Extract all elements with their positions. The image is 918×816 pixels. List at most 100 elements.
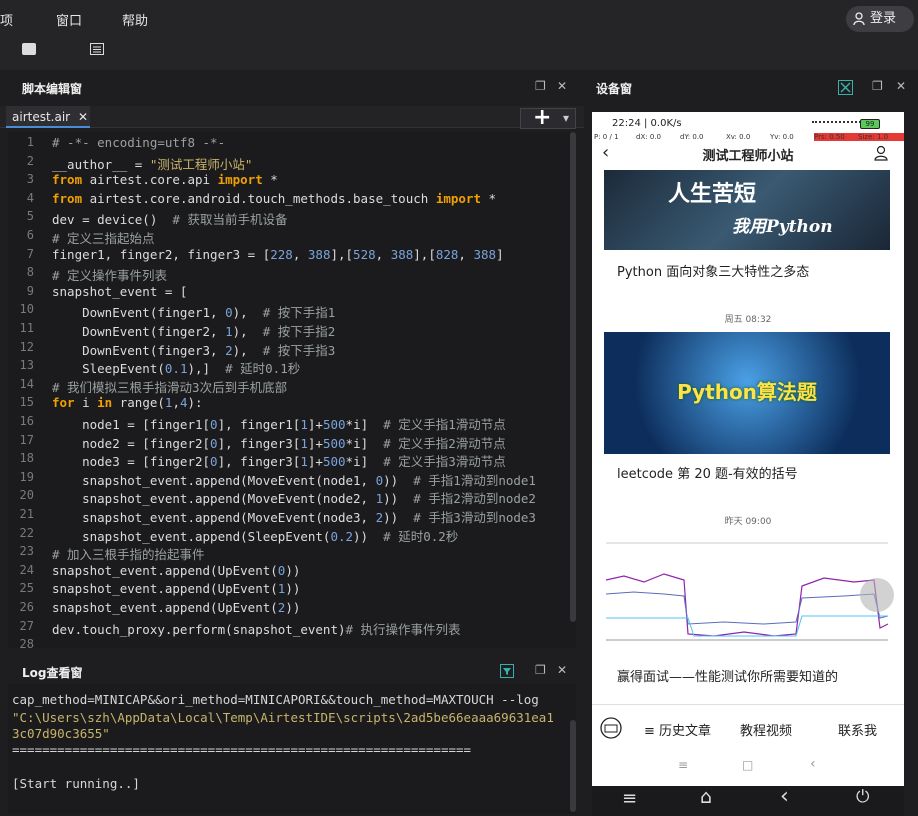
editor-restore-button[interactable]: ❐ <box>535 79 546 93</box>
tools-icon[interactable] <box>838 80 853 95</box>
log-line: "C:\Users\szh\AppData\Local\Temp\Airtest… <box>12 710 554 725</box>
plus-icon: + <box>533 105 552 130</box>
code-line[interactable]: node1 = [finger1[0], finger1[1]+500*i] #… <box>52 414 506 433</box>
line-number: 10 <box>19 302 34 317</box>
article-title[interactable]: Python 面向对象三大特性之多态 <box>617 261 809 280</box>
keyboard-icon[interactable] <box>600 717 622 739</box>
code-line[interactable]: node2 = [finger2[0], finger3[1]+500*i] #… <box>52 433 506 452</box>
pointer-info-bar: P: 0 / 1 dX: 0.0 dY: 0.0 Xv: 0.0 Yv: 0.0… <box>592 133 904 143</box>
menu-icon[interactable]: ≡ <box>622 788 637 809</box>
code-line[interactable]: snapshot_event.append(MoveEvent(node3, 2… <box>52 507 536 526</box>
dropdown-arrow-icon[interactable]: ▾ <box>563 111 569 125</box>
line-number: 27 <box>19 618 34 633</box>
line-number: 9 <box>26 283 34 298</box>
code-line[interactable]: snapshot_event.append(UpEvent(2)) <box>52 600 300 615</box>
code-line[interactable]: snapshot_event = [ <box>52 284 187 299</box>
code-line[interactable]: for i in range(1,4): <box>52 395 203 410</box>
log-output: cap_method=MINICAP&&ori_method=MINICAPOR… <box>8 684 576 814</box>
code-line[interactable]: # 定义操作事件列表 <box>52 265 167 284</box>
floating-circle-button[interactable] <box>860 578 894 612</box>
article-title[interactable]: leetcode 第 20 题-有效的括号 <box>617 463 798 482</box>
login-button[interactable]: 登录 <box>846 6 914 32</box>
code-line[interactable]: snapshot_event.append(SleepEvent(0.2)) #… <box>52 526 458 545</box>
editor-scrollbar[interactable] <box>570 132 576 622</box>
divider <box>592 704 904 705</box>
device-title: 设备窗 <box>596 82 633 96</box>
menu-item-help[interactable]: 帮助 <box>122 10 148 29</box>
log-list-icon[interactable] <box>90 43 104 55</box>
line-number: 14 <box>19 376 34 391</box>
device-restore-button[interactable]: ❐ <box>872 79 883 93</box>
log-scrollbar[interactable] <box>570 720 576 812</box>
code-line[interactable]: __author__ = "测试工程师小站" <box>52 154 252 173</box>
power-icon[interactable]: ⏻ <box>856 787 869 807</box>
code-line[interactable]: finger1, finger2, finger3 = [228, 388],[… <box>52 247 504 262</box>
android-home-icon[interactable]: □ <box>742 758 753 772</box>
code-line[interactable]: from airtest.core.api import * <box>52 172 278 187</box>
line-number: 24 <box>19 562 34 577</box>
device-nav-bar: ≡ ⌂ ‹ ⏻ <box>592 784 904 816</box>
log-title: Log查看窗 <box>22 666 83 680</box>
menu-tutorial-videos[interactable]: 教程视频 <box>740 720 792 739</box>
article-title[interactable]: 赢得面试——性能测试你所需要知道的 <box>617 666 838 685</box>
profile-icon[interactable] <box>874 145 888 161</box>
code-line[interactable]: snapshot_event.append(MoveEvent(node2, 1… <box>52 488 536 507</box>
log-close-button[interactable]: ✕ <box>557 663 567 677</box>
code-line[interactable]: # 加入三根手指的抬起事件 <box>52 544 205 563</box>
home-icon[interactable]: ⌂ <box>700 786 712 808</box>
code-line[interactable]: snapshot_event.append(UpEvent(0)) <box>52 563 300 578</box>
code-line[interactable]: DownEvent(finger2, 1), # 按下手指2 <box>52 321 335 340</box>
code-line[interactable]: # -*- encoding=utf8 -*- <box>52 135 225 150</box>
article-banner-algorithm[interactable]: Python算法题 <box>604 332 890 454</box>
menu-history-articles[interactable]: ≡ 历史文章 <box>644 720 711 739</box>
line-number: 18 <box>19 451 34 466</box>
line-number: 3 <box>26 172 34 187</box>
code-line[interactable]: dev.touch_proxy.perform(snapshot_event)#… <box>52 619 461 638</box>
code-line[interactable]: snapshot_event.append(MoveEvent(node1, 0… <box>52 470 536 489</box>
android-back-icon[interactable]: ‹ <box>810 756 816 772</box>
battery-icon: 99 <box>860 119 880 129</box>
device-close-button[interactable]: ✕ <box>896 79 906 93</box>
article-banner-python[interactable]: 人生苦短 我用Python <box>604 170 890 250</box>
article-banner-perf-chart[interactable] <box>604 536 890 646</box>
code-line[interactable]: DownEvent(finger1, 0), # 按下手指1 <box>52 302 335 321</box>
tab-airtest-air[interactable]: airtest.air ✕ <box>6 106 90 128</box>
new-tab-button[interactable]: + ▾ <box>520 105 576 130</box>
stop-icon[interactable] <box>22 43 36 55</box>
date-caption: 周五 08:32 <box>724 315 772 325</box>
app-header-title: 测试工程师小站 <box>702 149 794 164</box>
log-line: [Start running..] <box>12 776 140 791</box>
device-screen[interactable]: 22:24 | 0.0K/s 99 P: 0 / 1 dX: 0.0 dY: 0… <box>592 112 904 786</box>
status-time: 22:24 | 0.0K/s <box>612 118 682 129</box>
code-line[interactable]: # 我们模拟三根手指滑动3次后到手机底部 <box>52 377 287 396</box>
line-number: 21 <box>19 507 34 521</box>
code-line[interactable]: node3 = [finger2[0], finger3[1]+500*i] #… <box>52 451 506 470</box>
tab-close-icon[interactable]: ✕ <box>78 110 88 124</box>
line-number: 17 <box>19 432 34 447</box>
log-restore-button[interactable]: ❐ <box>535 663 546 677</box>
line-number: 7 <box>26 246 34 261</box>
line-number: 28 <box>19 637 34 652</box>
code-line[interactable]: from airtest.core.android.touch_methods.… <box>52 191 496 206</box>
login-label: 登录 <box>870 11 897 26</box>
toolbar <box>0 36 918 70</box>
line-number: 25 <box>19 581 34 596</box>
code-line[interactable]: dev = device() # 获取当前手机设备 <box>52 209 287 228</box>
editor-close-button[interactable]: ✕ <box>557 79 567 93</box>
android-menu-icon[interactable]: ≡ <box>678 758 688 772</box>
menu-contact-me[interactable]: 联系我 <box>838 720 877 739</box>
log-filter-icon[interactable] <box>500 664 514 678</box>
menu-item-options[interactable]: 项 <box>0 10 13 29</box>
line-number: 8 <box>26 265 34 280</box>
code-line[interactable]: SleepEvent(0.1),] # 延时0.1秒 <box>52 358 300 377</box>
menu-item-window[interactable]: 窗口 <box>56 10 82 29</box>
code-line[interactable]: # 定义三指起始点 <box>52 228 155 247</box>
code-line[interactable]: DownEvent(finger3, 2), # 按下手指3 <box>52 340 335 359</box>
code-line[interactable]: snapshot_event.append(UpEvent(1)) <box>52 581 300 596</box>
back-nav-icon[interactable]: ‹ <box>780 784 789 809</box>
line-number: 5 <box>26 209 34 224</box>
line-number: 20 <box>19 488 34 503</box>
line-number: 1 <box>26 135 34 149</box>
line-number: 22 <box>19 525 34 540</box>
line-number: 26 <box>19 600 34 614</box>
